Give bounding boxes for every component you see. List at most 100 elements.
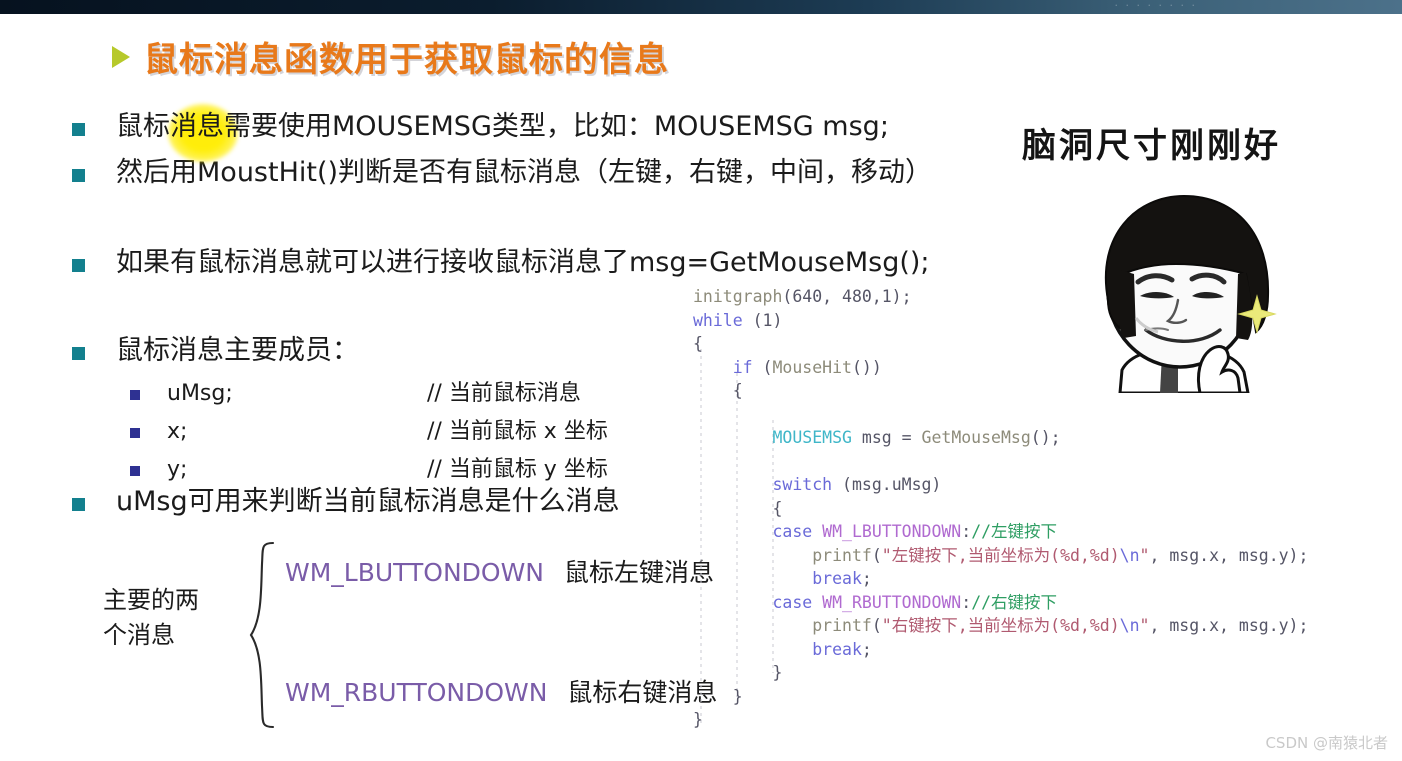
code-token: } bbox=[693, 710, 703, 729]
code-line: } bbox=[693, 685, 1308, 709]
code-token: , msg.x, msg.y); bbox=[1149, 545, 1309, 565]
code-token: //右键按下 bbox=[971, 592, 1058, 612]
code-token: " bbox=[1139, 545, 1150, 565]
sub-bullet-item-x: x; // 当前鼠标 x 坐标 bbox=[130, 419, 608, 444]
bullet-item-2: 然后用MoustHit()判断是否有鼠标消息（左键，右键，中间，移动） bbox=[72, 158, 932, 188]
code-token: , msg.x, msg.y); bbox=[1149, 616, 1309, 635]
handwritten-note: 脑洞尺寸刚刚好 bbox=[1022, 126, 1281, 166]
code-line: printf("右键按下,当前坐标为(%d,%d)\n", msg.x, msg… bbox=[693, 614, 1308, 638]
code-token: while bbox=[693, 310, 743, 330]
code-token: case bbox=[772, 522, 813, 541]
code-token: initgraph bbox=[693, 287, 783, 306]
top-bar-faint-text: · · · · · · · · bbox=[1114, 0, 1197, 12]
code-token: switch bbox=[772, 475, 833, 494]
code-token: //左键按下 bbox=[971, 522, 1058, 541]
sub-bullet-name-umsg: uMsg; bbox=[167, 381, 233, 406]
brace-label-line2: 个消息 bbox=[103, 620, 175, 649]
code-token: : bbox=[961, 592, 972, 612]
code-line: switch (msg.uMsg) bbox=[693, 473, 1308, 497]
code-token: ; bbox=[861, 569, 872, 588]
code-token: MouseHit bbox=[772, 357, 852, 377]
code-token: "右键按下,当前坐标为(%d,%d) bbox=[881, 616, 1120, 635]
code-token: ( bbox=[871, 545, 882, 565]
message-const-rbuttondown: WM_RBUTTONDOWN bbox=[285, 678, 548, 707]
code-token: } bbox=[693, 686, 743, 706]
bullet-square-icon bbox=[72, 498, 85, 511]
code-token: WM_RBUTTONDOWN bbox=[822, 592, 962, 612]
csdn-watermark: CSDN @南猿北者 bbox=[1265, 734, 1388, 752]
code-line: break; bbox=[693, 567, 1308, 591]
bullet-item-5: uMsg可用来判断当前鼠标消息是什么消息 bbox=[72, 487, 620, 517]
bullet-text-1: 鼠标消息需要使用MOUSEMSG类型，比如：MOUSEMSG msg; bbox=[116, 112, 889, 142]
code-token: break bbox=[812, 569, 862, 588]
code-token: (640, 480,1); bbox=[782, 287, 912, 306]
code-line: } bbox=[693, 708, 1308, 732]
code-token: ( bbox=[752, 357, 773, 377]
code-line: MOUSEMSG msg = GetMouseMsg(); bbox=[693, 426, 1308, 450]
bullet-1-part-a: 鼠标 bbox=[116, 111, 170, 142]
code-token: : bbox=[961, 522, 972, 541]
message-const-lbuttondown: WM_LBUTTONDOWN bbox=[285, 558, 544, 587]
code-line: case WM_RBUTTONDOWN://右键按下 bbox=[693, 591, 1308, 615]
bullet-text-4: 鼠标消息主要成员： bbox=[116, 335, 359, 366]
code-token: { bbox=[693, 334, 703, 353]
code-token: printf bbox=[812, 616, 872, 635]
slide-canvas: · · · · · · · · 鼠标消息函数用于获取鼠标的信息 鼠标消息需要使用… bbox=[0, 0, 1402, 761]
code-token: if bbox=[732, 357, 753, 377]
bullet-1-part-b: 需要使用MOUSEMSG类型，比如：MOUSEMSG msg; bbox=[224, 111, 889, 142]
bullet-text-5: uMsg可用来判断当前鼠标消息是什么消息 bbox=[116, 486, 620, 517]
code-token: "左键按下,当前坐标为(%d,%d) bbox=[881, 545, 1120, 565]
sub-bullet-name-x: x; bbox=[167, 419, 188, 444]
sub-bullet-comment-x: // 当前鼠标 x 坐标 bbox=[427, 419, 608, 444]
code-token: (1) bbox=[742, 310, 783, 330]
triangle-right-icon bbox=[112, 45, 130, 68]
code-token: } bbox=[693, 663, 783, 682]
bullet-square-icon bbox=[72, 259, 85, 272]
page-title: 鼠标消息函数用于获取鼠标的信息 bbox=[112, 32, 669, 81]
code-token: { bbox=[693, 381, 743, 400]
code-token: \n bbox=[1119, 616, 1140, 635]
sub-bullet-item-umsg: uMsg; // 当前鼠标消息 bbox=[130, 381, 581, 406]
message-row-lbuttondown: WM_LBUTTONDOWN 鼠标左键消息 bbox=[285, 553, 714, 589]
sub-bullet-square-icon bbox=[130, 466, 140, 476]
bullet-item-1: 鼠标消息需要使用MOUSEMSG类型，比如：MOUSEMSG msg; bbox=[72, 112, 889, 142]
sub-bullet-square-icon bbox=[130, 428, 140, 438]
sub-bullet-item-y: y; // 当前鼠标 y 坐标 bbox=[130, 457, 608, 482]
code-token: break bbox=[812, 639, 862, 659]
top-browser-bar: · · · · · · · · bbox=[0, 0, 1402, 14]
bullet-square-icon bbox=[72, 347, 85, 360]
curly-brace-icon bbox=[249, 541, 275, 729]
bullet-1-highlighted: 消息 bbox=[170, 111, 224, 142]
brace-label-line1: 主要的两 bbox=[103, 586, 199, 614]
code-token: printf bbox=[812, 545, 872, 565]
code-token: ( bbox=[871, 616, 882, 635]
sub-bullet-name-y: y; bbox=[167, 457, 188, 482]
code-token: GetMouseMsg bbox=[921, 428, 1031, 447]
code-token: case bbox=[772, 592, 813, 612]
code-token: " bbox=[1139, 616, 1150, 635]
code-token: { bbox=[693, 498, 783, 518]
bullet-text-2: 然后用MoustHit()判断是否有鼠标消息（左键，右键，中间，移动） bbox=[116, 157, 933, 188]
meme-face-image bbox=[1104, 194, 1277, 393]
code-token: \n bbox=[1119, 545, 1140, 565]
message-desc-lbuttondown: 鼠标左键消息 bbox=[563, 558, 714, 587]
code-token: ; bbox=[861, 639, 872, 659]
sub-bullet-comment-y: // 当前鼠标 y 坐标 bbox=[427, 457, 608, 482]
page-title-text: 鼠标消息函数用于获取鼠标的信息 bbox=[144, 40, 669, 80]
code-line: { bbox=[693, 497, 1308, 521]
code-line: case WM_LBUTTONDOWN://左键按下 bbox=[693, 520, 1308, 544]
bullet-item-3: 如果有鼠标消息就可以进行接收鼠标消息了msg=GetMouseMsg(); bbox=[72, 248, 930, 278]
brace-label: 主要的两 个消息 bbox=[103, 583, 199, 653]
code-token: WM_LBUTTONDOWN bbox=[822, 522, 962, 541]
code-token: (msg.uMsg) bbox=[832, 475, 942, 494]
sub-bullet-comment-umsg: // 当前鼠标消息 bbox=[427, 381, 581, 406]
